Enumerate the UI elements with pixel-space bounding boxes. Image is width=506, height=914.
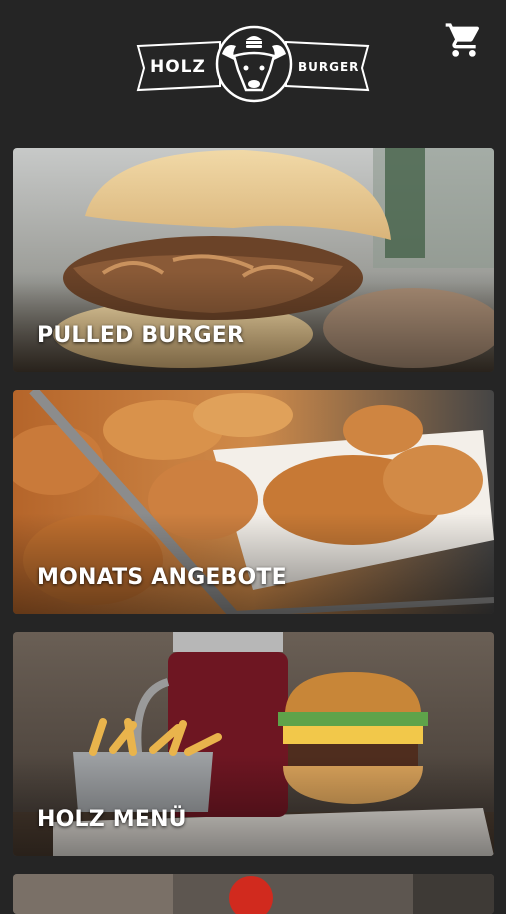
tomato-photo — [13, 874, 494, 914]
category-card-pulled-burger[interactable]: PULLED BURGER — [13, 148, 494, 372]
category-card-monats-angebote[interactable]: MONATS ANGEBOTE — [13, 390, 494, 614]
category-card-holz-menu[interactable]: HOLZ MENÜ — [13, 632, 494, 856]
category-label: PULLED BURGER — [37, 323, 245, 348]
app-header: HOLZ BURGER — [0, 0, 506, 130]
category-label: HOLZ MENÜ — [37, 807, 187, 832]
category-card-partial[interactable] — [13, 874, 494, 914]
holz-burger-logo[interactable]: HOLZ BURGER — [136, 24, 372, 106]
shopping-cart-icon[interactable] — [444, 20, 484, 60]
logo-word-burger: BURGER — [298, 60, 360, 74]
logo-word-holz: HOLZ — [150, 57, 206, 77]
category-label: MONATS ANGEBOTE — [37, 565, 287, 590]
